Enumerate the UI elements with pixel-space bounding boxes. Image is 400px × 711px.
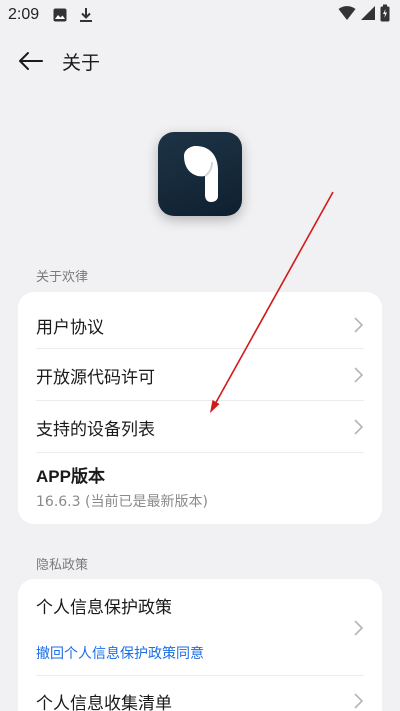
app-bar: 关于 <box>0 38 400 84</box>
chevron-right-icon <box>354 317 364 333</box>
withdraw-consent-link[interactable]: 撤回个人信息保护政策同意 <box>36 641 364 665</box>
page-title: 关于 <box>62 51 101 74</box>
open-source-license-label: 开放源代码许可 <box>36 367 155 388</box>
divider <box>36 348 364 349</box>
divider <box>36 452 364 453</box>
user-agreement-item[interactable]: 用户协议 <box>36 304 364 346</box>
data-collection-list-label: 个人信息收集清单 <box>36 693 172 711</box>
signal-icon <box>360 5 376 25</box>
privacy-policy-item[interactable]: 个人信息保护政策 <box>36 591 364 619</box>
user-agreement-label: 用户协议 <box>36 317 104 338</box>
download-icon <box>77 6 95 24</box>
app-logo-icon <box>184 146 218 202</box>
app-version-label: APP版本 <box>36 467 105 486</box>
data-collection-list-item[interactable]: 个人信息收集清单 <box>36 683 364 711</box>
supported-devices-item[interactable]: 支持的设备列表 <box>36 406 364 448</box>
arrow-left-icon <box>19 52 43 70</box>
divider <box>36 400 364 401</box>
about-card: 用户协议 开放源代码许可 支持的设备列表 APP版本 16.6.3 (当前已是最… <box>18 292 382 524</box>
wifi-icon <box>338 5 356 25</box>
chevron-right-icon <box>354 693 364 709</box>
app-logo <box>158 132 242 216</box>
withdraw-consent-text: 撤回个人信息保护政策同意 <box>36 646 204 662</box>
app-version-item[interactable]: APP版本 16.6.3 (当前已是最新版本) <box>36 462 364 516</box>
app-version-value: 16.6.3 (当前已是最新版本) <box>36 494 208 510</box>
supported-devices-label: 支持的设备列表 <box>36 419 155 440</box>
battery-icon <box>380 4 390 26</box>
privacy-card: 个人信息保护政策 撤回个人信息保护政策同意 个人信息收集清单 <box>18 579 382 711</box>
section-label-privacy: 隐私政策 <box>36 558 89 573</box>
chevron-right-icon <box>354 367 364 383</box>
status-time: 2:09 <box>8 6 40 23</box>
image-icon <box>51 6 69 24</box>
status-bar: 2:09 <box>0 0 400 30</box>
back-button[interactable] <box>16 46 46 76</box>
privacy-policy-label: 个人信息保护政策 <box>36 597 172 618</box>
chevron-right-icon <box>354 419 364 435</box>
section-label-about: 关于欢律 <box>36 270 89 285</box>
status-right <box>338 4 390 26</box>
chevron-right-icon <box>354 620 364 636</box>
divider <box>36 675 364 676</box>
open-source-license-item[interactable]: 开放源代码许可 <box>36 354 364 396</box>
